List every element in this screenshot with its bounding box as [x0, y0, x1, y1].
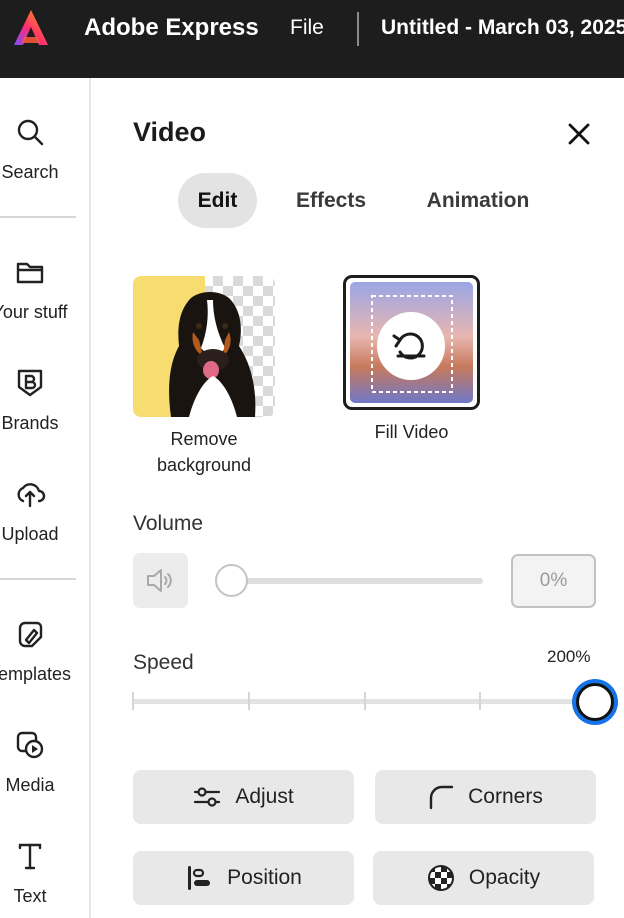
- opacity-button[interactable]: Opacity: [373, 851, 594, 905]
- speed-tick: [248, 692, 250, 710]
- mute-button[interactable]: [133, 553, 188, 608]
- rail-label-search: Search: [1, 162, 59, 182]
- tab-edit[interactable]: Edit: [178, 173, 257, 228]
- speed-tick: [364, 692, 366, 710]
- upload-icon: [17, 483, 46, 508]
- panel-title: Video: [133, 117, 207, 147]
- rail-item-brands[interactable]: Brands: [0, 367, 80, 434]
- volume-label: Volume: [133, 512, 204, 535]
- fill-video-preview: [350, 282, 473, 403]
- position-button-label: Position: [227, 866, 302, 889]
- brand-icon: [17, 369, 43, 397]
- remove-background-label-line2: background: [156, 455, 252, 475]
- volume-slider-handle[interactable]: [215, 564, 248, 597]
- media-icon: [16, 731, 44, 759]
- speed-tick: [479, 692, 481, 710]
- rail-item-your-stuff[interactable]: Your stuff: [0, 256, 80, 323]
- text-icon: [18, 843, 42, 870]
- speed-tick: [132, 692, 134, 710]
- remove-background-thumbnail[interactable]: [133, 276, 275, 417]
- fill-video-label: Fill Video: [374, 422, 449, 442]
- adjust-button-label: Adjust: [235, 785, 294, 808]
- remove-background-label-line1: Remove: [170, 429, 238, 449]
- app-name: Adobe Express: [84, 14, 259, 41]
- corners-button-label: Corners: [468, 785, 543, 808]
- corners-button[interactable]: Corners: [375, 770, 596, 824]
- volume-slider-track[interactable]: [232, 578, 483, 584]
- position-button[interactable]: Position: [133, 851, 354, 905]
- fill-video-thumbnail[interactable]: [343, 275, 480, 410]
- rail-item-text[interactable]: Text: [0, 840, 80, 907]
- align-left-icon: [188, 866, 211, 890]
- rail-divider: [0, 216, 76, 218]
- rail-item-search[interactable]: Search: [0, 116, 80, 183]
- left-rail: Search Your stuff Brands Upload Template…: [0, 78, 91, 918]
- rail-divider: [0, 578, 76, 580]
- templates-icon: [18, 621, 43, 648]
- remove-background-label: Remove background: [133, 426, 275, 478]
- sliders-icon: [194, 787, 221, 807]
- document-title[interactable]: Untitled - March 03, 2025: [381, 16, 624, 40]
- speed-value: 200%: [547, 647, 591, 666]
- rail-item-media[interactable]: Media: [0, 729, 80, 796]
- rail-label-brands: Brands: [1, 413, 59, 433]
- rail-label-templates: Templates: [0, 664, 72, 684]
- dog-image: [133, 276, 275, 417]
- corner-radius-icon: [429, 785, 454, 810]
- close-icon[interactable]: [566, 121, 592, 147]
- adobe-express-logo[interactable]: [10, 7, 52, 49]
- rail-item-templates[interactable]: Templates: [0, 618, 80, 685]
- adjust-button[interactable]: Adjust: [133, 770, 354, 824]
- opacity-button-label: Opacity: [468, 866, 541, 889]
- search-icon: [17, 119, 44, 146]
- speed-slider-handle[interactable]: [572, 679, 618, 725]
- file-menu[interactable]: File: [290, 16, 324, 40]
- volume-value-field[interactable]: 0%: [511, 554, 596, 608]
- speaker-icon: [147, 569, 172, 592]
- rail-item-upload[interactable]: Upload: [0, 478, 80, 545]
- rail-label-text: Text: [13, 886, 47, 906]
- rail-label-media: Media: [5, 775, 55, 795]
- folder-icon: [16, 262, 44, 284]
- rail-label-upload: Upload: [1, 524, 59, 544]
- speed-label: Speed: [133, 651, 194, 674]
- topbar-divider: [357, 12, 359, 46]
- speed-slider-handle-inner: [576, 683, 614, 721]
- tab-animation[interactable]: Animation: [410, 173, 546, 228]
- tab-effects[interactable]: Effects: [285, 173, 377, 228]
- opacity-icon: [427, 865, 454, 891]
- rail-label-your-stuff: Your stuff: [0, 302, 68, 322]
- top-bar: Adobe Express File Untitled - March 03, …: [0, 0, 624, 78]
